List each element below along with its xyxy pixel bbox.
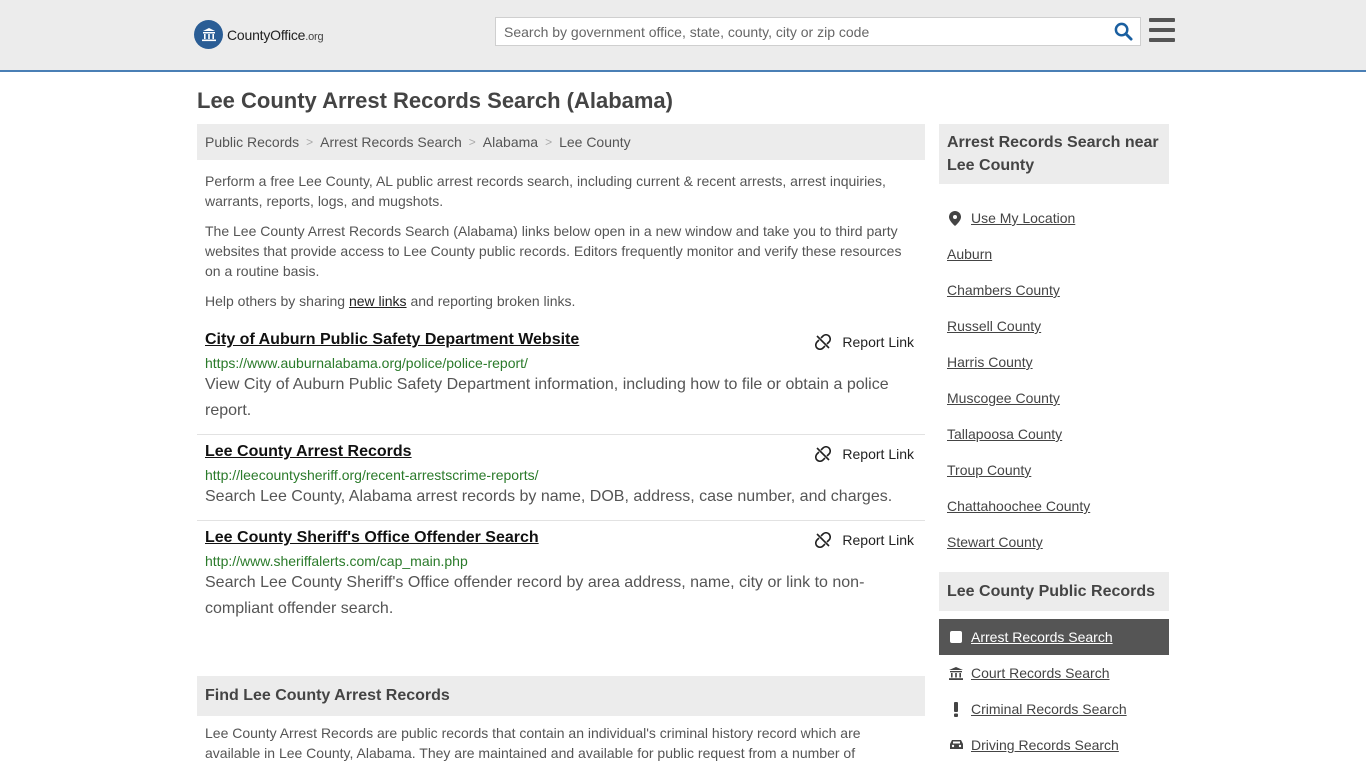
criminal-records-search-link[interactable]: Criminal Records Search bbox=[971, 701, 1127, 717]
nearby-item: Troup County bbox=[947, 452, 1167, 488]
search-bar bbox=[495, 17, 1141, 46]
broken-link-icon bbox=[815, 334, 832, 350]
find-records-heading: Find Lee County Arrest Records bbox=[197, 676, 925, 716]
records-item-arrest: Arrest Records Search bbox=[939, 619, 1169, 655]
breadcrumb-separator: > bbox=[545, 135, 553, 149]
breadcrumb-separator: > bbox=[306, 135, 314, 149]
result-item: City of Auburn Public Safety Department … bbox=[197, 323, 925, 435]
use-my-location-item: Use My Location bbox=[947, 200, 1167, 236]
results-list: City of Auburn Public Safety Department … bbox=[197, 323, 925, 632]
breadcrumb: Public Records > Arrest Records Search > A… bbox=[197, 124, 925, 160]
search-input[interactable] bbox=[496, 18, 1106, 45]
broken-link-icon bbox=[815, 532, 832, 548]
car-icon bbox=[948, 739, 964, 751]
result-url: https://www.auburnalabama.org/police/pol… bbox=[205, 355, 528, 371]
courthouse-icon bbox=[948, 666, 964, 680]
result-title-link[interactable]: City of Auburn Public Safety Department … bbox=[205, 331, 579, 349]
nearby-link-muscogee-county[interactable]: Muscogee County bbox=[947, 390, 1060, 406]
nearby-link-auburn[interactable]: Auburn bbox=[947, 246, 992, 262]
nearby-item: Stewart County bbox=[947, 524, 1167, 560]
nearby-item: Auburn bbox=[947, 236, 1167, 272]
report-link-button[interactable]: Report Link bbox=[815, 532, 914, 548]
breadcrumb-arrest-records[interactable]: Arrest Records Search bbox=[320, 134, 462, 150]
main-content: Public Records > Arrest Records Search > A… bbox=[197, 124, 925, 632]
result-description: Search Lee County Sheriff's Office offen… bbox=[205, 574, 865, 617]
intro-paragraph-2: The Lee County Arrest Records Search (Al… bbox=[205, 223, 902, 279]
nearby-link-harris-county[interactable]: Harris County bbox=[947, 354, 1033, 370]
breadcrumb-public-records[interactable]: Public Records bbox=[205, 134, 299, 150]
find-records-text: Lee County Arrest Records are public rec… bbox=[205, 725, 861, 761]
nearby-list: Use My Location Auburn Chambers County R… bbox=[947, 200, 1167, 560]
exclamation-icon bbox=[948, 701, 964, 717]
square-icon bbox=[948, 631, 964, 643]
new-links-link[interactable]: new links bbox=[349, 293, 407, 309]
breadcrumb-lee-county[interactable]: Lee County bbox=[559, 134, 631, 150]
intro-text: Perform a free Lee County, AL public arr… bbox=[197, 171, 925, 311]
nearby-link-tallapoosa-county[interactable]: Tallapoosa County bbox=[947, 426, 1062, 442]
intro-paragraph-1: Perform a free Lee County, AL public arr… bbox=[205, 173, 886, 209]
arrest-records-search-link[interactable]: Arrest Records Search bbox=[971, 629, 1113, 645]
result-description: View City of Auburn Public Safety Depart… bbox=[205, 376, 889, 419]
breadcrumb-alabama[interactable]: Alabama bbox=[483, 134, 538, 150]
nearby-item: Harris County bbox=[947, 344, 1167, 380]
search-icon bbox=[1114, 22, 1133, 41]
nearby-item: Chattahoochee County bbox=[947, 488, 1167, 524]
result-title-link[interactable]: Lee County Arrest Records bbox=[205, 443, 412, 461]
use-my-location-link[interactable]: Use My Location bbox=[971, 210, 1075, 226]
result-description: Search Lee County, Alabama arrest record… bbox=[205, 488, 893, 505]
nearby-link-stewart-county[interactable]: Stewart County bbox=[947, 534, 1043, 550]
report-link-button[interactable]: Report Link bbox=[815, 334, 914, 350]
nearby-search-heading: Arrest Records Search near Lee County bbox=[939, 124, 1169, 184]
nearby-link-chambers-county[interactable]: Chambers County bbox=[947, 282, 1060, 298]
nearby-item: Tallapoosa County bbox=[947, 416, 1167, 452]
driving-records-search-link[interactable]: Driving Records Search bbox=[971, 737, 1119, 753]
page-title: Lee County Arrest Records Search (Alabam… bbox=[197, 88, 673, 113]
hamburger-menu-icon[interactable] bbox=[1149, 18, 1175, 42]
public-records-list: Arrest Records Search Court Records Sear… bbox=[939, 619, 1169, 763]
nearby-item: Muscogee County bbox=[947, 380, 1167, 416]
court-records-search-link[interactable]: Court Records Search bbox=[971, 665, 1110, 681]
result-url: http://leecountysheriff.org/recent-arres… bbox=[205, 467, 539, 483]
site-header: CountyOffice.org bbox=[0, 0, 1366, 72]
intro-paragraph-3: Help others by sharing new links and rep… bbox=[205, 293, 576, 309]
nearby-link-troup-county[interactable]: Troup County bbox=[947, 462, 1031, 478]
broken-link-icon bbox=[815, 446, 832, 462]
logo-emblem-icon bbox=[194, 20, 223, 49]
records-item-court: Court Records Search bbox=[939, 655, 1169, 691]
records-item-criminal: Criminal Records Search bbox=[939, 691, 1169, 727]
breadcrumb-separator: > bbox=[468, 135, 476, 149]
nearby-item: Russell County bbox=[947, 308, 1167, 344]
site-logo[interactable]: CountyOffice.org bbox=[194, 20, 324, 49]
search-button[interactable] bbox=[1106, 18, 1140, 45]
logo-text: CountyOffice.org bbox=[227, 26, 324, 43]
nearby-link-russell-county[interactable]: Russell County bbox=[947, 318, 1041, 334]
result-title-link[interactable]: Lee County Sheriff's Office Offender Sea… bbox=[205, 529, 539, 547]
nearby-link-chattahoochee-county[interactable]: Chattahoochee County bbox=[947, 498, 1090, 514]
result-item: Lee County Sheriff's Office Offender Sea… bbox=[197, 521, 925, 632]
map-pin-icon bbox=[947, 210, 963, 226]
nearby-item: Chambers County bbox=[947, 272, 1167, 308]
result-url: http://www.sheriffalerts.com/cap_main.ph… bbox=[205, 553, 468, 569]
public-records-heading: Lee County Public Records bbox=[939, 572, 1169, 611]
records-item-driving: Driving Records Search bbox=[939, 727, 1169, 763]
report-link-button[interactable]: Report Link bbox=[815, 446, 914, 462]
result-item: Lee County Arrest Records Report Link ht… bbox=[197, 435, 925, 521]
